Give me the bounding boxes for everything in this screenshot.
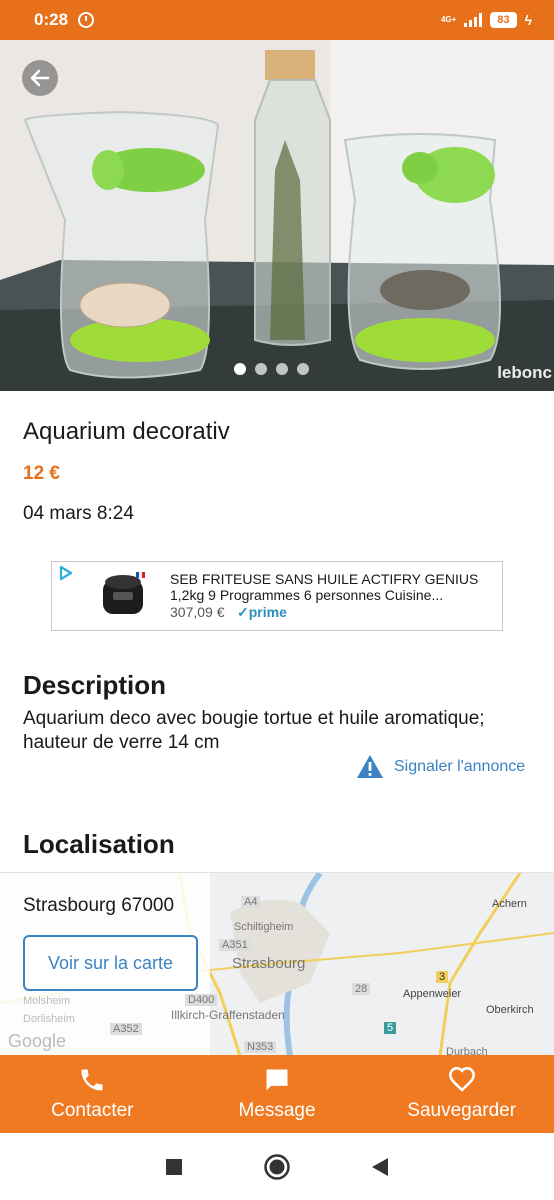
message-button[interactable]: Message (185, 1055, 370, 1133)
prime-badge: ✓prime (237, 604, 287, 620)
gallery-dot-active[interactable] (234, 363, 246, 375)
ad-title[interactable]: SEB FRITEUSE SANS HUILE ACTIFRY GENIUS (170, 571, 495, 587)
road-a351: A351 (219, 939, 251, 951)
ad-product-image (103, 572, 145, 614)
road-n353: N353 (244, 1041, 277, 1053)
message-label: Message (238, 1100, 316, 1121)
road-a4: A4 (241, 896, 261, 908)
gallery-pagination (234, 363, 309, 375)
report-listing-label[interactable]: Signaler l'annonce (394, 758, 525, 776)
gallery-dot[interactable] (255, 363, 267, 375)
signal-icon (464, 13, 483, 27)
ad-subtitle[interactable]: 1,2kg 9 Programmes 6 personnes Cuisine..… (170, 587, 495, 603)
description-heading: Description (23, 670, 167, 700)
home-icon[interactable] (263, 1153, 291, 1181)
system-nav-bar (0, 1133, 554, 1200)
arrow-left-icon (30, 69, 50, 87)
status-bar: 0:28 4G+ 83 ϟ (0, 0, 554, 40)
map-label-durbach: Durbach (446, 1046, 488, 1055)
road-a352: A352 (110, 1023, 142, 1035)
heart-icon (448, 1067, 475, 1092)
listing-price: 12 € (23, 463, 60, 484)
google-logo: Google (8, 1031, 67, 1051)
phone-icon (81, 1069, 103, 1091)
road-3: 3 (436, 971, 449, 983)
save-label: Sauvegarder (407, 1100, 517, 1121)
map-label-dorlisheim: Dorlisheim (23, 1013, 75, 1025)
view-map-button[interactable]: Voir sur la carte (23, 935, 198, 991)
location-heading: Localisation (23, 829, 175, 859)
map-label-oberkirch: Oberkirch (486, 1004, 534, 1016)
chat-bubble-icon (266, 1069, 288, 1091)
listing-title: Aquarium decorativ (23, 418, 230, 445)
report-listing-link[interactable]: Signaler l'annonce (356, 754, 525, 779)
location-map[interactable]: Schiltigheim Strasbourg Illkirch-Graffen… (0, 872, 554, 1055)
listing-photo (0, 40, 554, 391)
charging-icon: ϟ (524, 12, 532, 28)
contact-button[interactable]: Contacter (0, 1055, 185, 1133)
description-text: Aquarium deco avec bougie tortue et huil… (23, 708, 485, 753)
road-d400: D400 (185, 994, 218, 1006)
alarm-icon (78, 12, 95, 28)
map-label-illkirch: Illkirch-Graffenstaden (171, 1008, 285, 1022)
map-label-achern: Achern (492, 898, 527, 910)
back-button[interactable] (22, 60, 58, 96)
listing-photo-gallery[interactable]: lebonc (0, 40, 554, 391)
road-28: 28 (352, 983, 371, 995)
location-city: Strasbourg 67000 (23, 895, 175, 916)
save-button[interactable]: Sauvegarder (369, 1055, 554, 1133)
map-label-strasbourg: Strasbourg (232, 955, 306, 972)
ad-price: 307,09 € (170, 604, 225, 620)
ad-choices-icon[interactable] (58, 565, 74, 581)
network-type: 4G+ (440, 15, 457, 24)
map-label-appenweier: Appenweier (403, 988, 462, 1000)
status-indicators: 4G+ 83 ϟ (441, 12, 532, 28)
road-5: 5 (384, 1022, 397, 1034)
watermark: lebonc (497, 363, 552, 382)
gallery-dot[interactable] (276, 363, 288, 375)
contact-label: Contacter (51, 1100, 134, 1121)
back-nav-icon[interactable] (371, 1157, 389, 1177)
map-label-schiltigheim: Schiltigheim (234, 921, 294, 933)
warning-icon (357, 755, 383, 778)
action-bar: Contacter Message Sauvegarder (0, 1055, 554, 1133)
map-label-molsheim: Molsheim (23, 995, 71, 1007)
gallery-dot[interactable] (297, 363, 309, 375)
listing-date: 04 mars 8:24 (23, 503, 134, 524)
status-time: 0:28 (34, 10, 69, 29)
sponsored-ad[interactable]: SEB FRITEUSE SANS HUILE ACTIFRY GENIUS 1… (51, 561, 503, 631)
battery-icon: 83 (490, 12, 517, 28)
recents-icon[interactable] (165, 1158, 183, 1176)
